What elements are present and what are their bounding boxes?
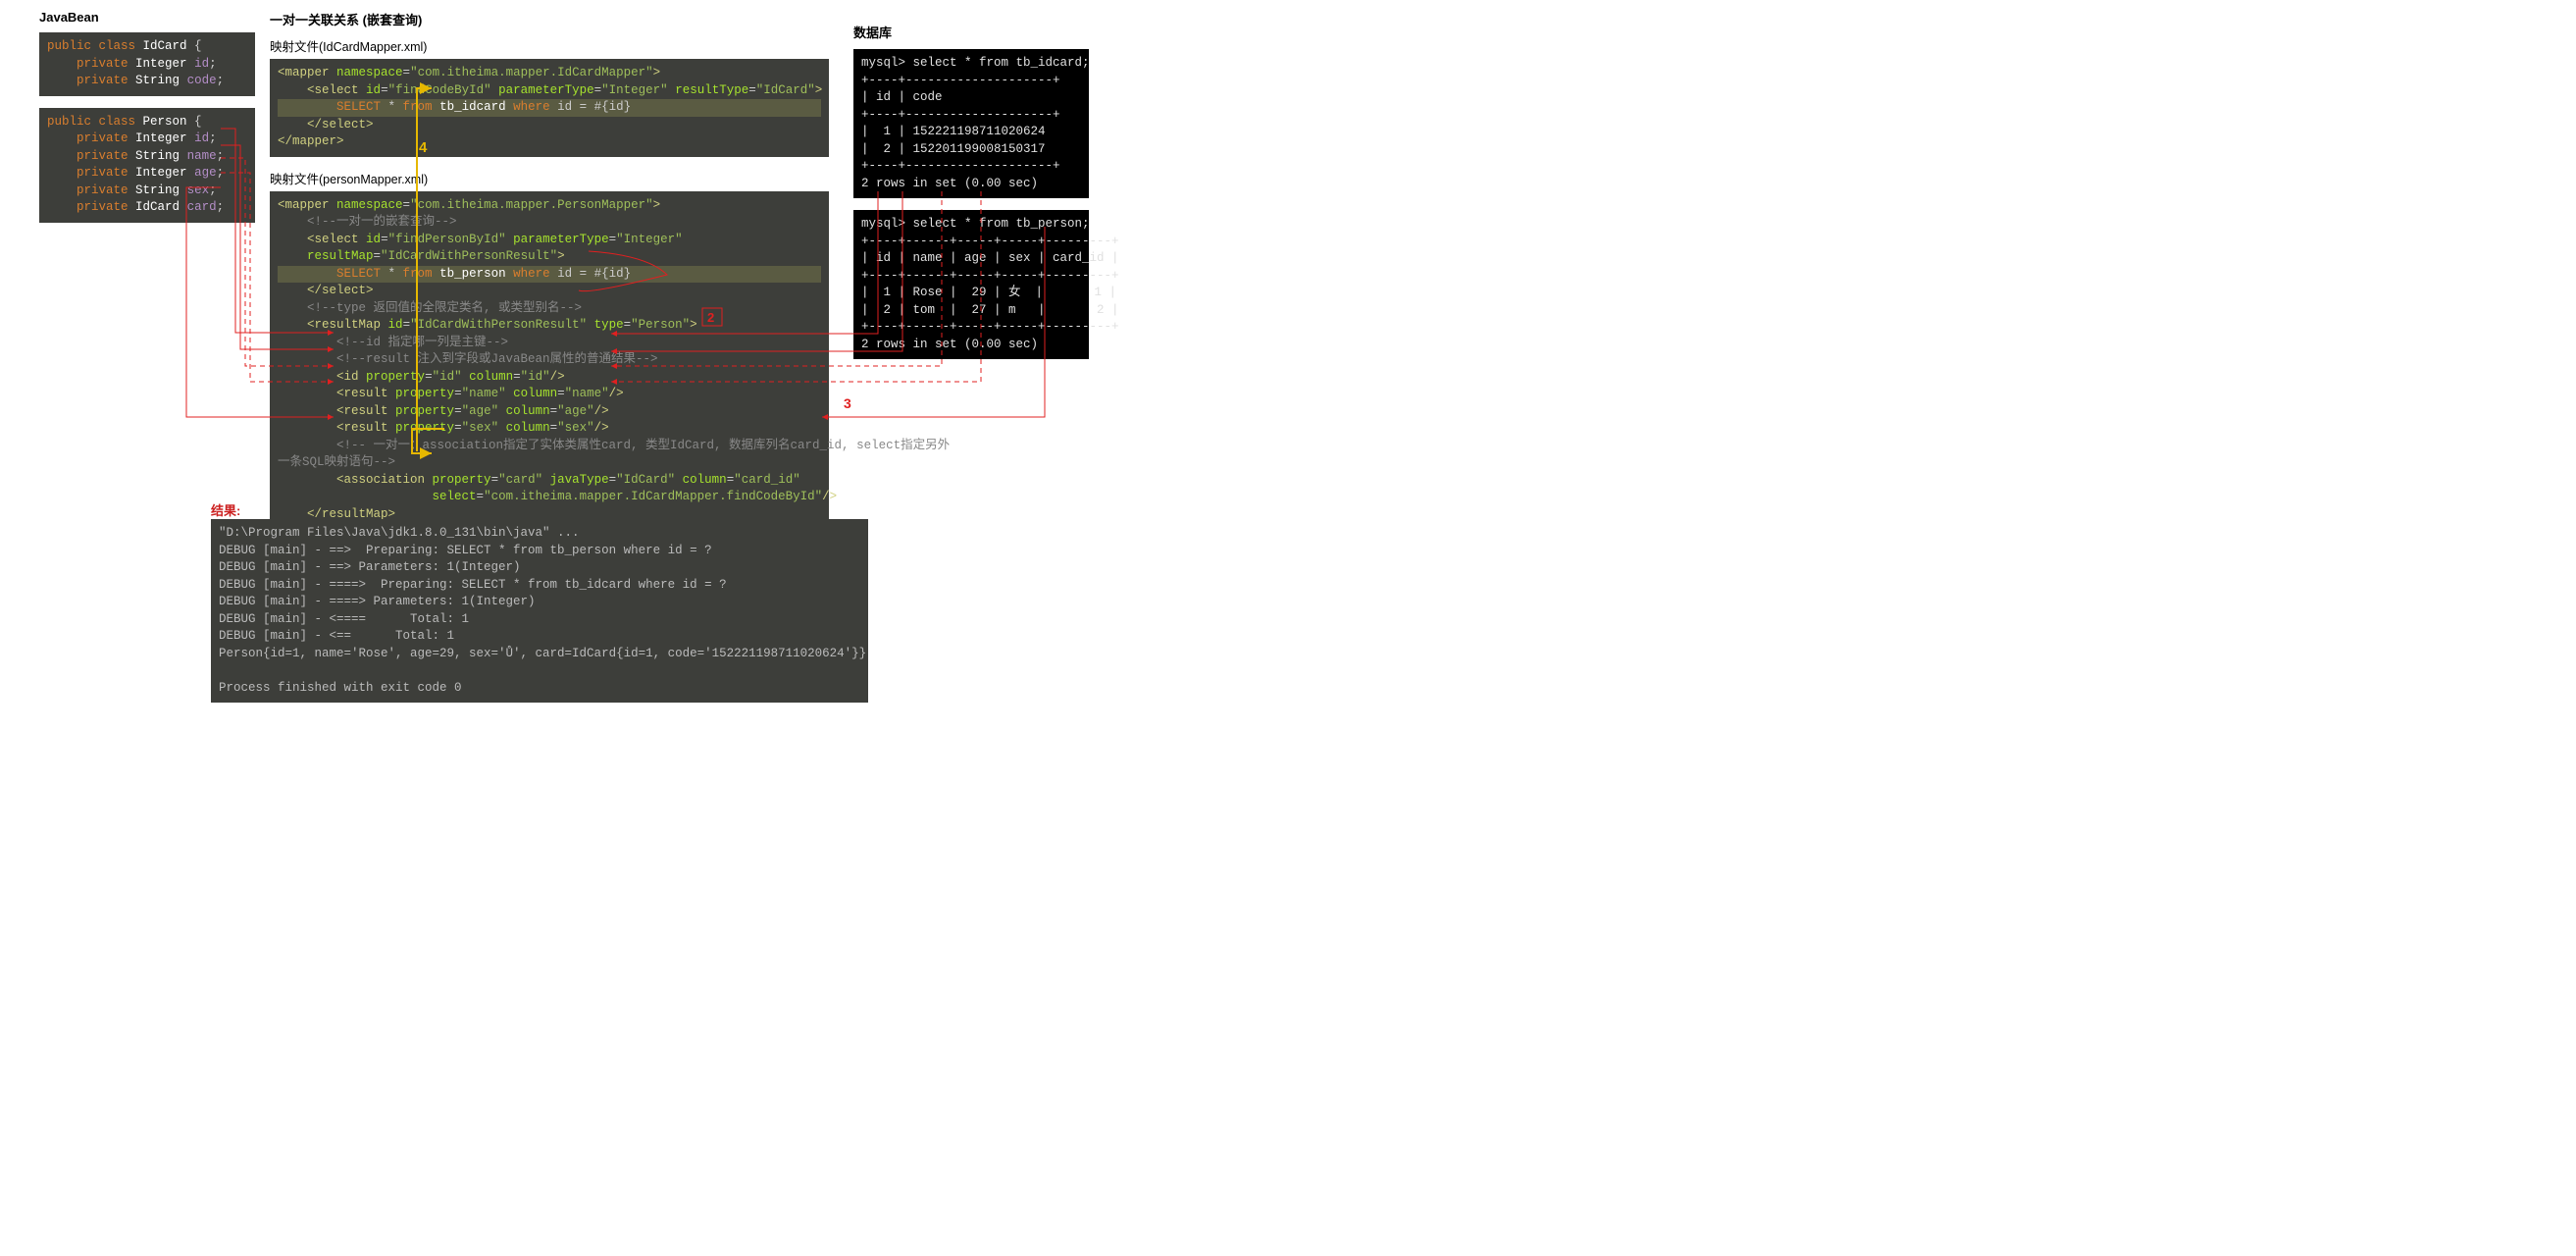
db-person-query: mysql> select * from tb_person; +----+--… [853,210,1089,359]
mapper1-label: 映射文件(IdCardMapper.xml) [270,36,829,55]
javabean-column: JavaBean public class IdCard { private I… [39,10,255,235]
person-mapper-code: <mapper namespace="com.itheima.mapper.Pe… [270,191,829,547]
mapper-column: 一对一关联关系 (嵌套查询) 映射文件(IdCardMapper.xml) <m… [270,10,829,558]
mapper2-label: 映射文件(personMapper.xml) [270,169,829,187]
javabean-header: JavaBean [39,10,255,25]
svg-text:3: 3 [844,395,851,411]
idcard-mapper-code: <mapper namespace="com.itheima.mapper.Id… [270,59,829,157]
idcard-code: public class IdCard { private Integer id… [39,32,255,96]
result-header: 结果: [211,500,868,519]
db-idcard-query: mysql> select * from tb_idcard; +----+--… [853,49,1089,198]
db-header: 数据库 [853,23,1089,41]
main-header: 一对一关联关系 (嵌套查询) [270,10,829,28]
console-output: "D:\Program Files\Java\jdk1.8.0_131\bin\… [211,519,868,703]
person-code: public class Person { private Integer id… [39,108,255,223]
db-column: 数据库 mysql> select * from tb_idcard; +---… [853,23,1089,371]
result-block: 结果: "D:\Program Files\Java\jdk1.8.0_131\… [211,500,868,714]
